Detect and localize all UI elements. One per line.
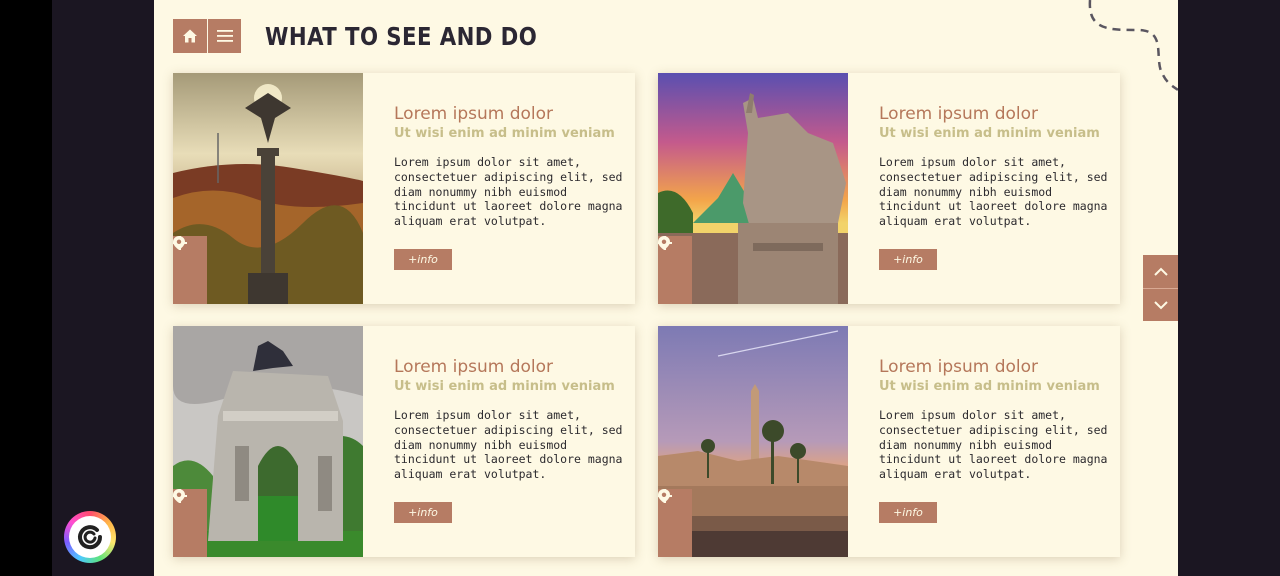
more-info-button[interactable]: +info — [879, 501, 937, 523]
card-title: Lorem ipsum dolor — [879, 357, 1039, 377]
hamburger-menu-icon — [216, 30, 233, 42]
card-image — [658, 326, 848, 557]
home-button[interactable] — [173, 19, 207, 53]
menu-button[interactable] — [207, 19, 241, 53]
more-info-button[interactable]: +info — [879, 248, 937, 270]
card-image — [173, 326, 363, 557]
nav-button-group — [173, 19, 241, 53]
location-pin-icon — [658, 236, 670, 250]
card-title: Lorem ipsum dolor — [394, 104, 554, 124]
scroll-up-button[interactable] — [1143, 255, 1178, 288]
card-description: Lorem ipsum dolor sit amet, consectetuer… — [879, 408, 1108, 482]
card-image — [173, 73, 363, 304]
card-description: Lorem ipsum dolor sit amet, consectetuer… — [879, 155, 1108, 229]
attraction-card: Lorem ipsum dolor Ut wisi enim ad minim … — [658, 326, 1120, 557]
card-side-actions — [658, 489, 692, 557]
location-button[interactable] — [658, 236, 692, 304]
card-side-actions — [173, 489, 207, 557]
app-logo-icon — [69, 516, 111, 558]
card-description: Lorem ipsum dolor sit amet, consectetuer… — [394, 408, 623, 482]
location-pin-icon — [173, 236, 185, 250]
more-info-button[interactable]: +info — [394, 501, 452, 523]
card-description: Lorem ipsum dolor sit amet, consectetuer… — [394, 155, 623, 229]
card-image — [658, 73, 848, 304]
more-info-button[interactable]: +info — [394, 248, 452, 270]
page-title: WHAT TO SEE AND DO — [265, 22, 538, 51]
card-body: Lorem ipsum dolor Ut wisi enim ad minim … — [363, 73, 635, 304]
card-subtitle: Ut wisi enim ad minim veniam — [394, 126, 615, 141]
left-bezel — [0, 0, 52, 576]
chevron-down-icon — [1153, 300, 1168, 309]
card-subtitle: Ut wisi enim ad minim veniam — [879, 126, 1100, 141]
card-side-actions — [173, 236, 207, 304]
floating-app-icon[interactable] — [64, 511, 116, 563]
location-pin-icon — [658, 489, 670, 503]
scroll-down-button[interactable] — [1143, 288, 1178, 321]
home-icon — [183, 29, 197, 43]
card-title: Lorem ipsum dolor — [879, 104, 1039, 124]
scroll-controls — [1143, 255, 1178, 321]
page-canvas: WHAT TO SEE AND DO Lorem ipsum dolor Ut … — [154, 0, 1178, 576]
card-subtitle: Ut wisi enim ad minim veniam — [879, 379, 1100, 394]
attraction-card: Lorem ipsum dolor Ut wisi enim ad minim … — [173, 73, 635, 304]
attraction-card: Lorem ipsum dolor Ut wisi enim ad minim … — [173, 326, 635, 557]
attraction-card: Lorem ipsum dolor Ut wisi enim ad minim … — [658, 73, 1120, 304]
card-body: Lorem ipsum dolor Ut wisi enim ad minim … — [848, 326, 1120, 557]
card-side-actions — [658, 236, 692, 304]
card-subtitle: Ut wisi enim ad minim veniam — [394, 379, 615, 394]
chevron-up-icon — [1153, 267, 1168, 276]
location-button[interactable] — [658, 489, 692, 557]
card-title: Lorem ipsum dolor — [394, 357, 554, 377]
location-pin-icon — [173, 489, 185, 503]
card-body: Lorem ipsum dolor Ut wisi enim ad minim … — [363, 326, 635, 557]
location-button[interactable] — [173, 236, 207, 304]
card-body: Lorem ipsum dolor Ut wisi enim ad minim … — [848, 73, 1120, 304]
location-button[interactable] — [173, 489, 207, 557]
